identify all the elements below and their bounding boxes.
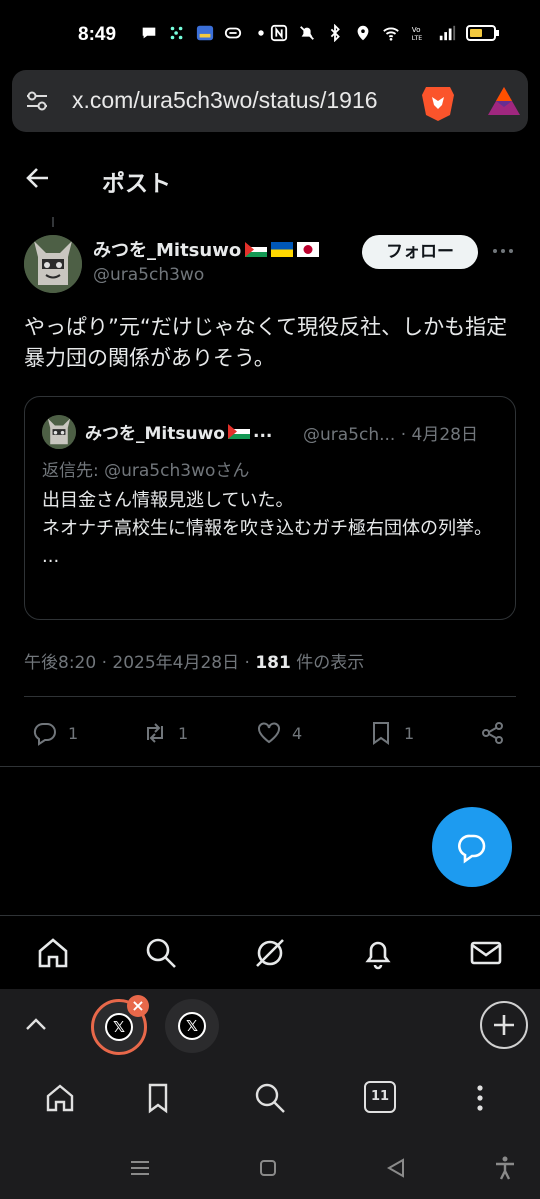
back-arrow-icon[interactable]: [24, 164, 52, 192]
quoted-name-ellipsis: ...: [252, 421, 273, 442]
svg-text:Vo: Vo: [412, 25, 421, 34]
bluetooth-icon: [330, 24, 340, 42]
quoted-reply-to: 返信先: @ura5ch3woさん: [42, 461, 250, 481]
like-count: 4: [292, 723, 303, 743]
quoted-handle-date: @ura5ch... · 4月28日: [303, 425, 478, 445]
reply-icon: [33, 722, 56, 746]
tab[interactable]: 𝕏: [165, 999, 219, 1053]
post-meta: 午後8:20 · 2025年4月28日 · 181 件の表示: [24, 648, 364, 673]
browser-menu-icon[interactable]: [463, 1081, 497, 1115]
quoted-body: 出目金さん情報見逃していた。 ネオナチ高校生に情報を吹き込むガチ極右団体の列挙。…: [42, 487, 502, 571]
browser-home-icon[interactable]: [43, 1081, 77, 1115]
brave-rewards-icon[interactable]: [486, 85, 522, 117]
browser-toolbar: 11: [0, 1061, 540, 1139]
nfc-icon: [270, 24, 288, 42]
thread-connector: [52, 217, 54, 227]
app-bottom-nav: [0, 915, 540, 989]
back-button-icon[interactable]: [383, 1155, 409, 1181]
like-button[interactable]: 4: [256, 718, 302, 748]
author-name[interactable]: みつを_Mitsuwo: [93, 236, 320, 262]
author-handle[interactable]: @ura5ch3wo: [93, 265, 204, 285]
brave-shields-icon[interactable]: [420, 83, 456, 121]
x-logo-icon: 𝕏: [178, 1012, 206, 1040]
site-settings-icon[interactable]: [24, 88, 50, 114]
new-tab-button[interactable]: [480, 1001, 528, 1049]
battery-icon: [466, 25, 499, 41]
bookmark-icon: [373, 722, 389, 745]
repost-button[interactable]: 1: [142, 718, 188, 748]
bookmark-count: 1: [404, 723, 415, 743]
heart-icon: [258, 722, 280, 744]
post-timestamp[interactable]: 午後8:20 · 2025年4月28日 ·: [24, 653, 255, 673]
quoted-body-line: ...: [42, 546, 60, 567]
share-button[interactable]: [480, 718, 506, 748]
pill-icon: [224, 27, 242, 39]
reply-count: 1: [68, 723, 79, 743]
messages-envelope-icon[interactable]: [469, 936, 503, 970]
browser-search-icon[interactable]: [253, 1081, 287, 1115]
divider: [0, 766, 540, 767]
news-app-icon: [196, 25, 214, 41]
system-icons: Vo LTE: [270, 24, 500, 42]
grok-icon[interactable]: [253, 936, 287, 970]
repost-count: 1: [178, 723, 189, 743]
dot-icon: [258, 30, 264, 36]
view-label: 件の表示: [290, 653, 365, 673]
quoted-post[interactable]: みつを_Mitsuwo ... @ura5ch... · 4月28日 返信先: …: [24, 396, 516, 620]
mute-icon: [300, 26, 314, 40]
tab-count-button[interactable]: 11: [364, 1081, 396, 1113]
quoted-author-name-text: みつを_Mitsuwo: [85, 424, 225, 444]
accessibility-icon[interactable]: [492, 1155, 518, 1181]
view-count: 181: [255, 653, 291, 673]
status-time: 8:49: [78, 24, 117, 45]
quoted-body-line: 出目金さん情報見逃していた。: [42, 490, 294, 511]
chat-bubble-icon: [142, 27, 156, 39]
bookmark-button[interactable]: 1: [368, 718, 414, 748]
dots-app-icon: [170, 26, 183, 40]
recent-apps-icon[interactable]: [127, 1155, 153, 1181]
bookmarks-icon[interactable]: [141, 1081, 175, 1115]
search-icon[interactable]: [144, 936, 178, 970]
notifications-bell-icon[interactable]: [361, 936, 395, 970]
volte-icon: VoLTE: [412, 25, 422, 42]
page-title: ポスト: [102, 171, 171, 197]
japan-flag-icon: [297, 241, 320, 257]
x-logo-icon: 𝕏: [105, 1013, 133, 1041]
wifi-icon: [383, 27, 399, 41]
quoted-avatar: [42, 415, 76, 449]
status-bar: 8:49 Vo LTE: [0, 0, 540, 66]
divider: [24, 696, 516, 697]
compose-reply-button[interactable]: [432, 807, 512, 887]
close-tab-icon[interactable]: ×: [127, 995, 149, 1017]
follow-button[interactable]: フォロー: [362, 235, 478, 269]
ukraine-flag-icon: [271, 241, 294, 257]
reply-bubble-icon: [458, 834, 486, 864]
home-icon[interactable]: [36, 936, 70, 970]
author-name-text: みつを_Mitsuwo: [93, 240, 242, 261]
address-bar[interactable]: x.com/ura5ch3wo/status/1916: [12, 70, 528, 132]
post-header: ポスト: [0, 150, 540, 210]
chevron-up-icon[interactable]: [22, 1011, 50, 1039]
signal-icon: [439, 25, 456, 41]
notification-icons: [140, 24, 270, 42]
repost-icon: [147, 723, 163, 743]
quoted-body-line: ネオナチ高校生に情報を吹き込むガチ極右団体の列挙。: [42, 518, 492, 539]
share-icon: [482, 722, 503, 744]
plus-icon: [494, 1015, 514, 1035]
post-text: やっぱり”元“だけじゃなくて現役反社、しかも指定暴力団の関係がありそう。: [24, 315, 508, 370]
more-options-icon[interactable]: [490, 240, 516, 262]
quoted-author-name: みつを_Mitsuwo ...: [85, 419, 273, 445]
svg-text:LTE: LTE: [412, 35, 422, 42]
url-text[interactable]: x.com/ura5ch3wo/status/1916: [72, 87, 407, 114]
browser-tab-strip: 𝕏 × 𝕏: [0, 989, 540, 1061]
system-nav-bar: [0, 1139, 540, 1199]
palestine-flag-icon: [245, 241, 268, 257]
avatar[interactable]: [24, 235, 82, 293]
cat-avatar-icon: [24, 235, 82, 293]
reply-button[interactable]: 1: [32, 718, 78, 748]
cat-avatar-icon: [42, 415, 76, 449]
palestine-flag-icon: [227, 424, 250, 439]
home-button-icon[interactable]: [255, 1155, 281, 1181]
location-icon: [357, 25, 369, 41]
